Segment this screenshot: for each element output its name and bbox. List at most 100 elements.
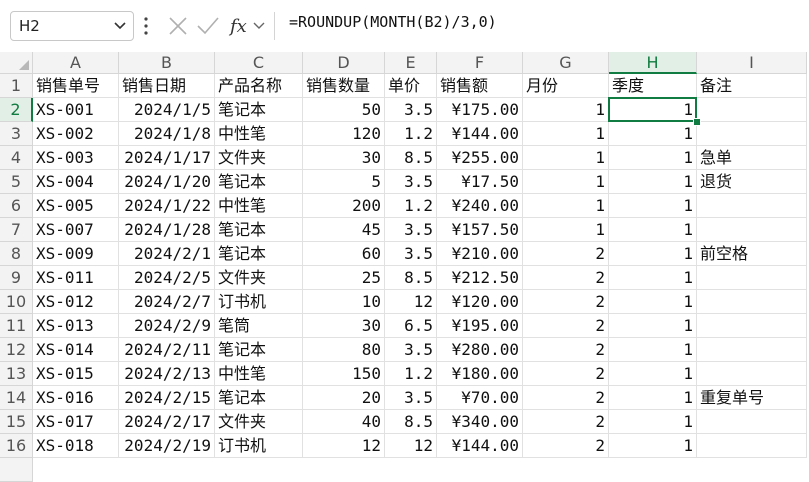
row-header-12[interactable]: 12 — [0, 338, 33, 362]
table-cell[interactable]: 退货 — [697, 170, 807, 194]
table-cell[interactable]: 25 — [303, 266, 385, 290]
table-cell[interactable]: 2 — [523, 314, 609, 338]
table-cell[interactable]: 1 — [609, 98, 697, 122]
table-cell[interactable]: 1 — [523, 170, 609, 194]
header-cell[interactable]: 销售日期 — [119, 74, 215, 98]
table-cell[interactable]: 2024/2/17 — [119, 410, 215, 434]
row-header-7[interactable]: 7 — [0, 218, 33, 242]
table-cell[interactable]: 50 — [303, 98, 385, 122]
more-options-icon[interactable] — [143, 16, 149, 36]
table-cell[interactable]: 3.5 — [385, 338, 437, 362]
table-cell[interactable]: 1 — [523, 122, 609, 146]
table-cell[interactable]: 2 — [523, 338, 609, 362]
table-cell[interactable]: 1 — [523, 98, 609, 122]
table-cell[interactable]: ¥210.00 — [437, 242, 523, 266]
formula-input[interactable]: =ROUNDUP(MONTH(B2)/3,0) — [289, 13, 497, 31]
row-header-1[interactable]: 1 — [0, 74, 33, 98]
table-cell[interactable]: 笔记本 — [215, 338, 303, 362]
table-cell[interactable]: ¥144.00 — [437, 122, 523, 146]
table-cell[interactable]: 2 — [523, 434, 609, 458]
table-cell[interactable]: 3.5 — [385, 170, 437, 194]
table-cell[interactable]: 2 — [523, 290, 609, 314]
table-cell[interactable]: ¥157.50 — [437, 218, 523, 242]
table-cell[interactable]: 急单 — [697, 146, 807, 170]
table-cell[interactable]: 12 — [385, 290, 437, 314]
row-header-10[interactable]: 10 — [0, 290, 33, 314]
table-cell[interactable]: XS-002 — [33, 122, 119, 146]
header-cell[interactable]: 单价 — [385, 74, 437, 98]
table-cell[interactable]: ¥70.00 — [437, 386, 523, 410]
column-header-i[interactable]: I — [697, 52, 807, 74]
table-cell[interactable]: 中性笔 — [215, 122, 303, 146]
table-cell[interactable]: 2024/2/13 — [119, 362, 215, 386]
table-cell[interactable]: 3.5 — [385, 218, 437, 242]
table-cell[interactable]: 笔记本 — [215, 242, 303, 266]
table-cell[interactable]: ¥255.00 — [437, 146, 523, 170]
table-cell[interactable]: 120 — [303, 122, 385, 146]
table-cell[interactable]: ¥175.00 — [437, 98, 523, 122]
table-cell[interactable]: 30 — [303, 314, 385, 338]
table-cell[interactable]: 12 — [303, 434, 385, 458]
header-cell[interactable]: 季度 — [609, 74, 697, 98]
table-cell[interactable]: 3.5 — [385, 386, 437, 410]
row-header-11[interactable]: 11 — [0, 314, 33, 338]
chevron-down-icon[interactable] — [113, 18, 127, 34]
table-cell[interactable]: 2 — [523, 410, 609, 434]
table-cell[interactable]: 200 — [303, 194, 385, 218]
table-cell[interactable] — [697, 98, 807, 122]
row-header-14[interactable]: 14 — [0, 386, 33, 410]
table-cell[interactable]: 2 — [523, 242, 609, 266]
table-cell[interactable]: ¥180.00 — [437, 362, 523, 386]
fx-icon[interactable]: fx — [228, 16, 247, 37]
table-cell[interactable]: 1 — [609, 194, 697, 218]
table-cell[interactable]: 前空格 — [697, 242, 807, 266]
table-cell[interactable]: 2024/2/1 — [119, 242, 215, 266]
table-cell[interactable]: 1 — [523, 218, 609, 242]
table-cell[interactable]: XS-018 — [33, 434, 119, 458]
table-cell[interactable]: 1 — [609, 218, 697, 242]
header-cell[interactable]: 产品名称 — [215, 74, 303, 98]
table-cell[interactable]: 1 — [609, 242, 697, 266]
table-cell[interactable]: 2024/1/22 — [119, 194, 215, 218]
header-cell[interactable]: 销售额 — [437, 74, 523, 98]
row-header-6[interactable]: 6 — [0, 194, 33, 218]
table-cell[interactable]: 1 — [523, 146, 609, 170]
table-cell[interactable]: 1 — [609, 122, 697, 146]
table-cell[interactable] — [697, 314, 807, 338]
table-cell[interactable] — [697, 362, 807, 386]
table-cell[interactable]: 2024/2/9 — [119, 314, 215, 338]
table-cell[interactable]: XS-013 — [33, 314, 119, 338]
table-cell[interactable] — [697, 194, 807, 218]
table-cell[interactable]: ¥17.50 — [437, 170, 523, 194]
table-cell[interactable]: 文件夹 — [215, 266, 303, 290]
table-cell[interactable]: XS-004 — [33, 170, 119, 194]
table-cell[interactable]: ¥195.00 — [437, 314, 523, 338]
table-cell[interactable]: 1 — [609, 146, 697, 170]
table-cell[interactable]: 40 — [303, 410, 385, 434]
row-header-9[interactable]: 9 — [0, 266, 33, 290]
table-cell[interactable]: 1 — [523, 194, 609, 218]
table-cell[interactable]: XS-017 — [33, 410, 119, 434]
column-header-b[interactable]: B — [119, 52, 215, 74]
table-cell[interactable]: 2 — [523, 362, 609, 386]
fill-handle[interactable] — [693, 118, 701, 126]
row-header-4[interactable]: 4 — [0, 146, 33, 170]
table-cell[interactable]: 文件夹 — [215, 410, 303, 434]
row-header-3[interactable]: 3 — [0, 122, 33, 146]
fx-chevron-icon[interactable] — [253, 22, 265, 29]
row-header-15[interactable]: 15 — [0, 410, 33, 434]
table-cell[interactable]: ¥212.50 — [437, 266, 523, 290]
table-cell[interactable]: ¥280.00 — [437, 338, 523, 362]
table-cell[interactable]: 12 — [385, 434, 437, 458]
table-cell[interactable] — [697, 122, 807, 146]
table-cell[interactable]: 6.5 — [385, 314, 437, 338]
column-header-f[interactable]: F — [437, 52, 523, 74]
table-cell[interactable]: 2024/1/20 — [119, 170, 215, 194]
header-cell[interactable]: 月份 — [523, 74, 609, 98]
table-cell[interactable]: 中性笔 — [215, 362, 303, 386]
table-cell[interactable]: XS-003 — [33, 146, 119, 170]
table-cell[interactable]: 8.5 — [385, 146, 437, 170]
header-cell[interactable]: 销售数量 — [303, 74, 385, 98]
table-cell[interactable]: XS-016 — [33, 386, 119, 410]
select-all-corner[interactable] — [0, 52, 33, 74]
